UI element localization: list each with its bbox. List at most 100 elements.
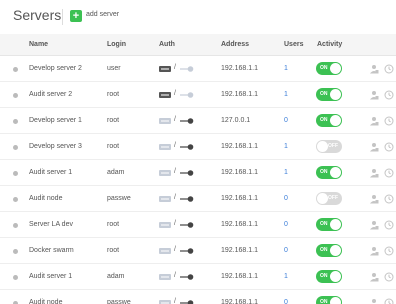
table-row[interactable]: Docker swarm root / 192.168.1.1 0 ON <box>0 238 396 264</box>
table-row[interactable]: Audit node passwe / 192.168.1.1 0 OFF <box>0 186 396 212</box>
clock-icon[interactable] <box>384 142 394 152</box>
server-login: adam <box>107 169 125 176</box>
password-icon <box>159 66 171 72</box>
user-icon[interactable] <box>369 116 379 126</box>
server-name[interactable]: Docker swarm <box>29 247 74 254</box>
table-row[interactable]: Audit server 1 adam / 192.168.1.1 1 ON <box>0 160 396 186</box>
clock-icon[interactable] <box>384 90 394 100</box>
password-icon <box>159 170 171 176</box>
toggle-knob <box>330 89 341 100</box>
server-users-count[interactable]: 1 <box>284 143 288 150</box>
clock-icon[interactable] <box>384 246 394 256</box>
table-row[interactable]: Develop server 1 root / 127.0.0.1 0 ON <box>0 108 396 134</box>
page-title: Servers <box>13 7 62 23</box>
auth-methods: / <box>159 90 199 100</box>
clock-icon[interactable] <box>384 298 394 304</box>
password-icon <box>159 196 171 202</box>
user-icon[interactable] <box>369 90 379 100</box>
column-header-address[interactable]: Address <box>221 41 249 48</box>
server-users-count[interactable]: 1 <box>284 169 288 176</box>
clock-icon[interactable] <box>384 194 394 204</box>
table-row[interactable]: Audit server 1 adam / 192.168.1.1 1 ON <box>0 264 396 290</box>
table-row[interactable]: Audit server 2 root / 192.168.1.1 1 ON <box>0 82 396 108</box>
activity-toggle[interactable]: ON <box>316 62 342 75</box>
server-address: 192.168.1.1 <box>221 195 258 202</box>
clock-icon[interactable] <box>384 220 394 230</box>
server-name[interactable]: Audit server 1 <box>29 169 72 176</box>
clock-icon[interactable] <box>384 116 394 126</box>
server-address: 192.168.1.1 <box>221 273 258 280</box>
column-header-auth[interactable]: Auth <box>159 41 175 48</box>
server-users-count[interactable]: 1 <box>284 273 288 280</box>
activity-toggle[interactable]: OFF <box>316 140 342 153</box>
auth-methods: / <box>159 116 199 126</box>
auth-separator: / <box>174 246 176 253</box>
server-users-count[interactable]: 0 <box>284 117 288 124</box>
add-server-button[interactable]: add server <box>86 11 119 18</box>
column-header-login[interactable]: Login <box>107 41 126 48</box>
status-dot-icon <box>13 93 18 98</box>
server-users-count[interactable]: 0 <box>284 299 288 304</box>
password-icon <box>159 248 171 254</box>
auth-methods: / <box>159 64 199 74</box>
server-name[interactable]: Audit server 1 <box>29 273 72 280</box>
server-name[interactable]: Server LA dev <box>29 221 73 228</box>
auth-methods: / <box>159 168 199 178</box>
user-icon[interactable] <box>369 246 379 256</box>
activity-toggle[interactable]: ON <box>316 296 342 304</box>
column-header-activity[interactable]: Activity <box>317 41 342 48</box>
password-icon <box>159 222 171 228</box>
server-name[interactable]: Develop server 2 <box>29 65 82 72</box>
activity-toggle[interactable]: ON <box>316 218 342 231</box>
server-users-count[interactable]: 1 <box>284 91 288 98</box>
server-users-count[interactable]: 0 <box>284 221 288 228</box>
server-name[interactable]: Audit node <box>29 299 62 304</box>
activity-toggle[interactable]: ON <box>316 166 342 179</box>
toggle-label: OFF <box>328 143 338 149</box>
column-header-users[interactable]: Users <box>284 41 303 48</box>
password-icon <box>159 118 171 124</box>
activity-toggle[interactable]: ON <box>316 270 342 283</box>
clock-icon[interactable] <box>384 272 394 282</box>
toggle-knob <box>317 141 328 152</box>
activity-toggle[interactable]: ON <box>316 88 342 101</box>
server-users-count[interactable]: 0 <box>284 195 288 202</box>
user-icon[interactable] <box>369 168 379 178</box>
key-icon <box>180 300 194 304</box>
server-name[interactable]: Audit server 2 <box>29 91 72 98</box>
column-header-name[interactable]: Name <box>29 41 48 48</box>
activity-toggle[interactable]: OFF <box>316 192 342 205</box>
auth-separator: / <box>174 116 176 123</box>
server-name[interactable]: Develop server 1 <box>29 117 82 124</box>
add-server-plus-icon[interactable]: + <box>70 10 82 22</box>
auth-separator: / <box>174 220 176 227</box>
server-users-count[interactable]: 1 <box>284 65 288 72</box>
server-name[interactable]: Develop server 3 <box>29 143 82 150</box>
user-icon[interactable] <box>369 64 379 74</box>
user-icon[interactable] <box>369 194 379 204</box>
user-icon[interactable] <box>369 142 379 152</box>
table-row[interactable]: Develop server 3 root / 192.168.1.1 1 OF… <box>0 134 396 160</box>
server-login: root <box>107 117 120 124</box>
user-icon[interactable] <box>369 298 379 304</box>
server-name[interactable]: Audit node <box>29 195 62 202</box>
clock-icon[interactable] <box>384 64 394 74</box>
activity-toggle[interactable]: ON <box>316 244 342 257</box>
key-icon <box>180 222 194 228</box>
toggle-label: ON <box>320 247 328 253</box>
server-users-count[interactable]: 0 <box>284 247 288 254</box>
activity-toggle[interactable]: ON <box>316 114 342 127</box>
servers-table-body: Develop server 2 user / 192.168.1.1 1 ON <box>0 56 396 304</box>
table-row[interactable]: Audit node passwe / 192.168.1.1 0 ON <box>0 290 396 304</box>
user-icon[interactable] <box>369 220 379 230</box>
key-icon <box>180 196 194 202</box>
server-login: root <box>107 247 120 254</box>
server-address: 192.168.1.1 <box>221 169 258 176</box>
user-icon[interactable] <box>369 272 379 282</box>
clock-icon[interactable] <box>384 168 394 178</box>
toggle-label: ON <box>320 65 328 71</box>
table-row[interactable]: Server LA dev root / 192.168.1.1 0 ON <box>0 212 396 238</box>
table-row[interactable]: Develop server 2 user / 192.168.1.1 1 ON <box>0 56 396 82</box>
password-icon <box>159 92 171 98</box>
toggle-knob <box>317 193 328 204</box>
